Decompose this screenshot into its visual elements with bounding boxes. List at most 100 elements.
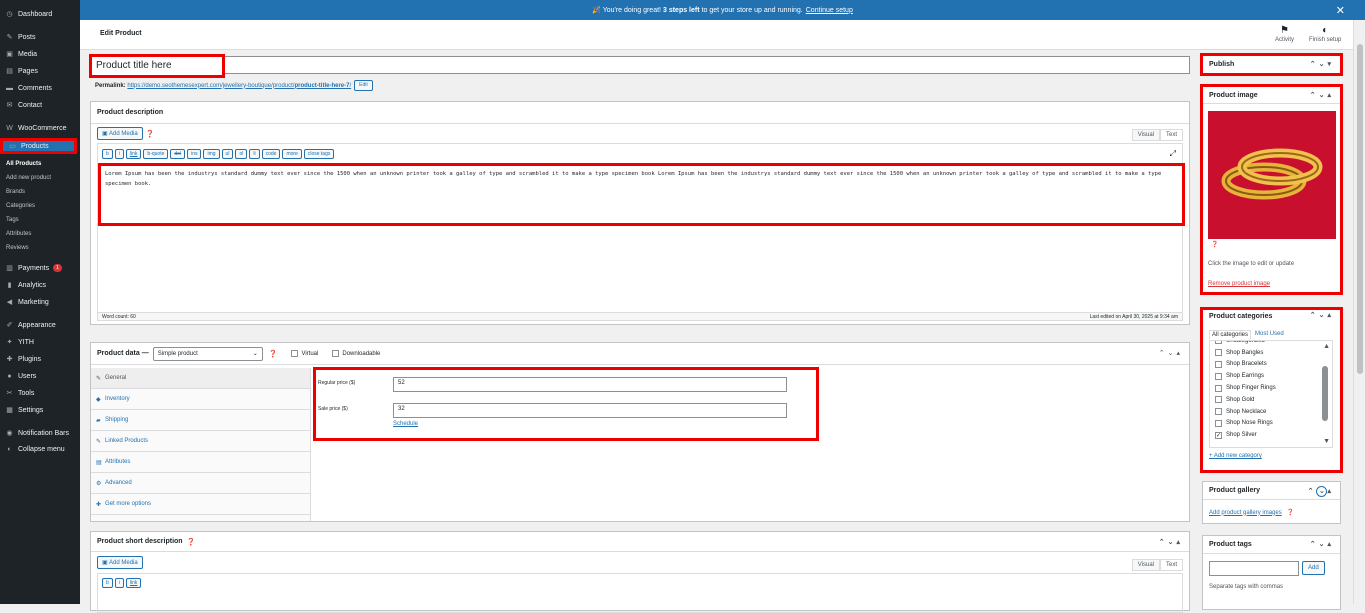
sidebar-item-tools[interactable]: ✂ Tools xyxy=(0,386,80,400)
quicktag-more-button[interactable]: more xyxy=(282,149,302,159)
add-gallery-images-link[interactable]: Add product gallery images xyxy=(1209,510,1282,516)
category-item[interactable]: Shop Finger Rings xyxy=(1215,382,1315,394)
box-toggle-arrows[interactable]: ⌃⌄▴ xyxy=(1159,349,1183,357)
category-item[interactable]: Shop Nose Rings xyxy=(1215,418,1315,430)
sidebar-item-appearance[interactable]: ✐ Appearance xyxy=(0,318,80,332)
quicktag-del-button[interactable]: del xyxy=(170,149,186,159)
category-item[interactable]: Shop Gold xyxy=(1215,394,1315,406)
category-scrollbar-thumb[interactable] xyxy=(1322,366,1328,421)
permalink-edit-button[interactable]: Edit xyxy=(354,80,373,91)
quicktag-ins-button[interactable]: ins xyxy=(187,149,202,159)
quicktag-link-button[interactable]: link xyxy=(125,149,142,159)
sidebar-item-media[interactable]: ▣ Media xyxy=(0,47,80,61)
scroll-down-icon[interactable]: ▼ xyxy=(1323,438,1330,445)
tab-attributes[interactable]: ▤ Attributes xyxy=(91,452,310,473)
category-item[interactable]: Shop Earrings xyxy=(1215,370,1315,382)
tab-inventory[interactable]: ◆ Inventory xyxy=(91,389,310,410)
category-checkbox[interactable] xyxy=(1215,384,1222,392)
sidebar-subitem-reviews[interactable]: Reviews xyxy=(0,242,80,254)
close-icon[interactable]: ✕ xyxy=(1336,4,1345,17)
tab-linked-products[interactable]: ✎ Linked Products xyxy=(91,431,310,452)
tag-input[interactable] xyxy=(1209,561,1299,576)
product-image-thumbnail[interactable] xyxy=(1208,111,1336,239)
tab-shipping[interactable]: ▰ Shipping xyxy=(91,410,310,431)
sidebar-subitem-tags[interactable]: Tags xyxy=(0,214,80,226)
regular-price-input[interactable]: 52 xyxy=(393,377,787,392)
product-type-select[interactable]: Simple product ⌄ xyxy=(152,346,263,361)
quicktag-ul-button[interactable]: ul xyxy=(221,149,234,159)
sidebar-item-marketing[interactable]: ◀ Marketing xyxy=(0,295,80,309)
permalink-url[interactable]: https://demo.seothemesexpert.com/jewelle… xyxy=(127,83,351,89)
category-item[interactable]: Shop Bracelets xyxy=(1215,359,1315,371)
category-item[interactable]: Shop Necklace xyxy=(1215,406,1315,418)
help-icon[interactable]: ❓ xyxy=(146,130,155,138)
sidebar-item-woocommerce[interactable]: W WooCommerce xyxy=(0,121,80,135)
sidebar-item-collapse-menu[interactable]: ◐ Collapse menu xyxy=(0,442,80,456)
schedule-link[interactable]: Schedule xyxy=(393,421,418,427)
category-item[interactable]: Uncategorized xyxy=(1215,341,1315,347)
tab-general[interactable]: ✎ General xyxy=(91,368,310,389)
virtual-checkbox[interactable]: Virtual xyxy=(291,350,318,357)
continue-setup-link[interactable]: Continue setup xyxy=(806,7,853,14)
tab-all-categories[interactable]: All categories xyxy=(1209,330,1252,339)
category-item[interactable]: ✓ Shop Silver xyxy=(1215,429,1315,441)
sidebar-item-users[interactable]: ● Users xyxy=(0,369,80,383)
quicktag-i-button[interactable]: i xyxy=(114,149,124,159)
text-tab[interactable]: Text xyxy=(1159,559,1183,571)
category-checkbox[interactable] xyxy=(1215,341,1222,345)
scrollbar-thumb[interactable] xyxy=(1357,44,1363,374)
tab-get-more-options[interactable]: ✚ Get more options xyxy=(91,494,310,515)
sidebar-item-comments[interactable]: ▬ Comments xyxy=(0,81,80,95)
sidebar-subitem-all-products[interactable]: All Products xyxy=(0,158,80,170)
quicktag-ol-button[interactable]: ol xyxy=(235,149,248,159)
sidebar-item-analytics[interactable]: ▮ Analytics xyxy=(0,278,80,292)
sidebar-item-contact[interactable]: ✉ Contact xyxy=(0,98,80,112)
sidebar-subitem-add-new-product[interactable]: Add new product xyxy=(0,172,80,184)
quicktag-link-button[interactable]: link xyxy=(125,578,142,588)
sidebar-item-payments[interactable]: ▥ Payments 1 xyxy=(0,261,80,275)
quicktag-li-button[interactable]: li xyxy=(249,149,260,159)
product-title-input-extension[interactable] xyxy=(225,56,1190,74)
quicktag-b-button[interactable]: b xyxy=(102,149,113,159)
box-toggle-arrows[interactable]: ⌃⌄▴ xyxy=(1159,538,1183,546)
visual-tab[interactable]: Visual xyxy=(1131,559,1160,571)
visual-tab[interactable]: Visual xyxy=(1131,129,1160,141)
help-icon[interactable]: ❓ xyxy=(269,350,278,358)
sidebar-item-pages[interactable]: ▤ Pages xyxy=(0,64,80,78)
tab-advanced[interactable]: ⚙ Advanced xyxy=(91,473,310,494)
help-icon[interactable]: ❓ xyxy=(1211,241,1218,248)
product-title-input[interactable]: Product title here xyxy=(89,54,225,78)
quicktag-img-button[interactable]: img xyxy=(203,149,220,159)
quicktag-b-quote-button[interactable]: b-quote xyxy=(143,149,169,159)
sidebar-item-yith[interactable]: ✦ YITH xyxy=(0,335,80,349)
quicktag-close-tags-button[interactable]: close tags xyxy=(303,149,335,159)
add-tag-button[interactable]: Add xyxy=(1302,561,1325,575)
category-checkbox[interactable] xyxy=(1215,372,1222,380)
quicktag-code-button[interactable]: code xyxy=(261,149,281,159)
tab-most-used[interactable]: Most Used xyxy=(1251,330,1288,339)
downloadable-checkbox[interactable]: Downloadable xyxy=(332,350,380,357)
quicktag-b-button[interactable]: b xyxy=(102,578,113,588)
category-checkbox[interactable]: ✓ xyxy=(1215,431,1222,439)
sidebar-subitem-brands[interactable]: Brands xyxy=(0,186,80,198)
fullscreen-icon[interactable]: ⤢ xyxy=(1170,149,1176,159)
box-toggle-arrows[interactable]: ⌃⌄▴ xyxy=(1308,486,1334,497)
text-tab[interactable]: Text xyxy=(1159,129,1183,141)
quicktag-i-button[interactable]: i xyxy=(114,578,124,588)
help-icon[interactable]: ❓ xyxy=(187,538,196,546)
add-new-category-link[interactable]: + Add new category xyxy=(1209,453,1262,459)
sidebar-item-posts[interactable]: ✎ Posts xyxy=(0,30,80,44)
sidebar-item-notification-bars[interactable]: ◉ Notification Bars xyxy=(0,426,80,440)
sidebar-subitem-attributes[interactable]: Attributes xyxy=(0,228,80,240)
scroll-up-icon[interactable]: ▲ xyxy=(1323,343,1330,350)
sale-price-input[interactable]: 32 xyxy=(393,403,787,418)
finish-setup-button[interactable]: ◐ Finish setup xyxy=(1309,25,1341,43)
remove-image-link[interactable]: Remove product image xyxy=(1208,281,1270,287)
description-textarea[interactable]: Lorem Ipsum has been the industrys stand… xyxy=(98,163,1185,226)
help-icon[interactable]: ❓ xyxy=(1287,509,1294,516)
box-toggle-arrows[interactable]: ⌃⌄▴ xyxy=(1310,91,1334,99)
page-scrollbar[interactable] xyxy=(1353,20,1365,604)
box-toggle-arrows[interactable]: ⌃⌄▾ xyxy=(1310,60,1334,68)
sidebar-item-settings[interactable]: ▦ Settings xyxy=(0,403,80,417)
category-checkbox[interactable] xyxy=(1215,396,1222,404)
